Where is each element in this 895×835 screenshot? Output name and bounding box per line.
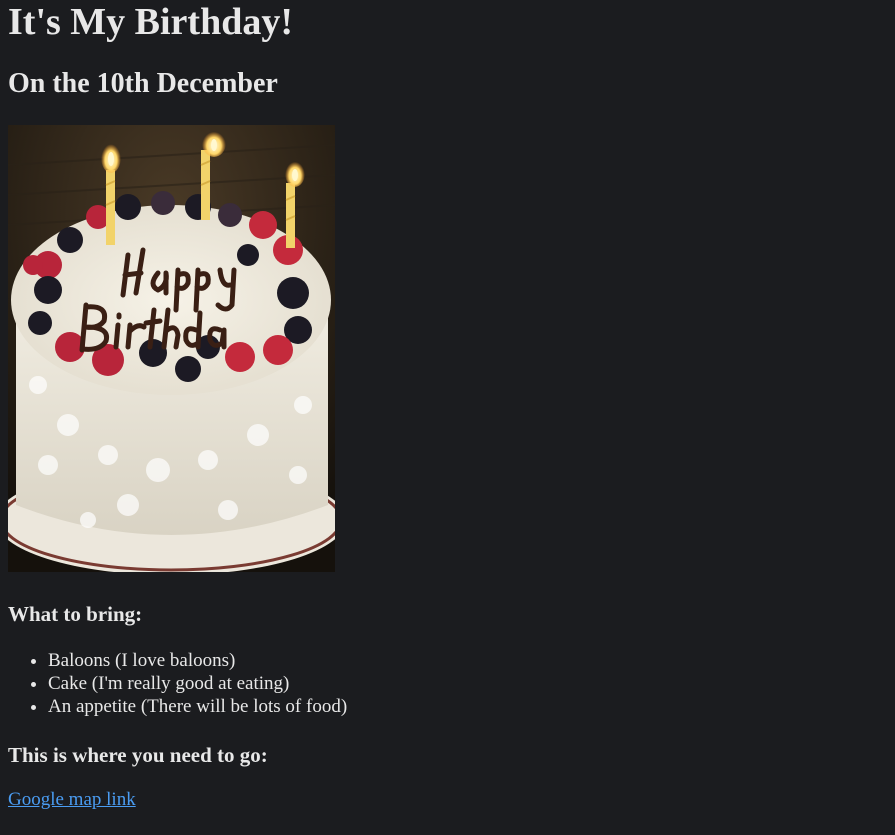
bring-heading: What to bring: [8, 602, 143, 626]
list-item: An appetite (There will be lots of food) [48, 695, 887, 718]
list-item: Cake (I'm really good at eating) [48, 672, 887, 695]
google-map-link[interactable]: Google map link [8, 789, 136, 810]
directions-heading: This is where you need to go: [8, 743, 268, 767]
birthday-cake-image [8, 125, 335, 572]
page-subtitle: On the 10th December [8, 68, 278, 99]
page-content: It's My Birthday! On the 10th December W… [0, 0, 895, 811]
page-title: It's My Birthday! [8, 1, 293, 43]
list-item: Baloons (I love baloons) [48, 649, 887, 672]
map-link-paragraph: Google map link [8, 788, 887, 811]
bring-list: Baloons (I love baloons) Cake (I'm reall… [8, 649, 887, 718]
